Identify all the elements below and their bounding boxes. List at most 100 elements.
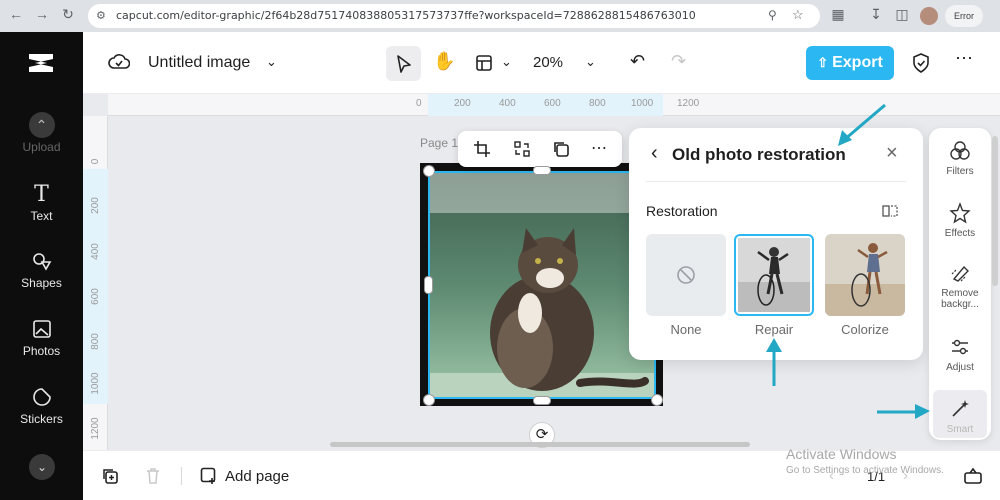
compare-icon[interactable] <box>882 204 898 218</box>
resize-handle-bottom-right[interactable] <box>651 394 663 406</box>
capcut-logo[interactable] <box>26 50 56 76</box>
download-icon[interactable]: ↧ <box>866 6 886 23</box>
ruler-tick: 1000 <box>631 98 654 109</box>
sidebar-item-text[interactable]: T Text <box>0 182 83 223</box>
reload-icon[interactable]: ↻ <box>58 6 78 23</box>
sidebar-item-label: Upload <box>22 140 61 154</box>
canvas-horizontal-scrollbar[interactable] <box>330 442 750 447</box>
cat-image <box>430 173 654 397</box>
sidebar-item-label: Text <box>30 209 53 223</box>
tool-label: Filters <box>946 166 974 177</box>
resize-handle-bottom-left[interactable] <box>423 394 435 406</box>
document-title[interactable]: Untitled image <box>148 54 250 72</box>
tool-smart[interactable]: Smart <box>933 390 987 438</box>
cloud-sync-icon[interactable] <box>108 53 130 71</box>
sidebar-item-label: Shapes <box>21 276 62 290</box>
duplicate-icon[interactable] <box>552 140 570 158</box>
ruler-tick: 0 <box>416 98 422 109</box>
restoration-option-repair[interactable] <box>734 234 814 316</box>
zoom-level[interactable]: 20% <box>533 54 563 71</box>
ruler-tick: 200 <box>90 197 101 214</box>
redo-icon[interactable]: ↷ <box>671 51 686 72</box>
forward-icon[interactable]: → <box>32 6 52 22</box>
tool-effects[interactable]: Effects <box>929 202 991 239</box>
ruler-tick: 400 <box>499 98 516 109</box>
photo-restoration-panel: ‹ Old photo restoration × Restoration No… <box>629 128 923 360</box>
page-panel-toggle-icon[interactable] <box>963 467 983 485</box>
bookmark-star-icon[interactable]: ☆ <box>792 7 804 23</box>
ruler-tick: 600 <box>544 98 561 109</box>
profile-avatar[interactable] <box>920 7 938 25</box>
upload-icon: ⌃ <box>28 112 55 138</box>
more-tools-chevron-down-icon[interactable]: ⌄ <box>29 454 55 480</box>
sidebar-item-label: Photos <box>22 344 61 358</box>
address-bar[interactable]: ⚙ capcut.com/editor-graphic/2f64b28d7517… <box>88 4 820 28</box>
more-menu-icon[interactable]: ⋯ <box>955 48 974 69</box>
replace-image-icon[interactable] <box>513 140 531 158</box>
none-prohibited-icon <box>677 266 695 284</box>
colorize-thumbnail <box>825 234 905 316</box>
sidebar-icon[interactable]: ◫ <box>892 6 912 23</box>
extensions-icon[interactable]: ▦ <box>828 6 848 23</box>
shapes-icon <box>32 253 51 271</box>
more-options-icon[interactable]: ⋯ <box>591 138 607 158</box>
tool-adjust[interactable]: Adjust <box>929 336 991 373</box>
cursor-icon <box>397 55 411 73</box>
restoration-option-none[interactable] <box>646 234 726 316</box>
select-tool-button[interactable] <box>386 46 421 81</box>
title-chevron-down-icon[interactable]: ⌄ <box>266 54 277 70</box>
trash-icon[interactable] <box>145 467 161 485</box>
sidebar-item-label: Stickers <box>20 412 63 426</box>
back-chevron-icon[interactable]: ‹ <box>651 142 658 165</box>
sidebar-item-stickers[interactable]: Stickers <box>0 386 83 426</box>
ruler-tick: 800 <box>90 333 101 350</box>
add-layer-icon[interactable] <box>101 467 119 485</box>
annotation-arrow <box>838 103 886 146</box>
tool-label: Remove backgr... <box>941 288 979 310</box>
hand-tool-icon[interactable]: ✋ <box>433 51 455 72</box>
ruler-left: 0 200 400 600 800 1000 1200 <box>83 116 108 450</box>
sidebar-item-upload[interactable]: ⌃ Upload <box>0 112 83 154</box>
rail-scrollbar[interactable] <box>992 136 998 286</box>
tool-remove-background[interactable]: Remove backgr... <box>929 262 991 310</box>
sidebar-item-shapes[interactable]: Shapes <box>0 250 83 290</box>
restoration-option-colorize[interactable] <box>825 234 905 316</box>
ruler-tick: 800 <box>589 98 606 109</box>
back-icon[interactable]: ← <box>6 6 26 22</box>
tool-label: Adjust <box>946 362 974 373</box>
resize-handle-bottom[interactable] <box>533 396 551 405</box>
export-button[interactable]: ⇧ Export <box>806 46 894 80</box>
option-label-repair: Repair <box>754 322 794 337</box>
ruler-tick: 1200 <box>90 417 101 440</box>
profile-error-badge[interactable]: Error <box>945 5 983 27</box>
zoom-icon[interactable]: ⚲ <box>768 8 777 22</box>
add-page-label[interactable]: Add page <box>225 468 289 485</box>
ruler-tick: 0 <box>90 158 101 165</box>
browser-bar: ← → ↻ ⚙ capcut.com/editor-graphic/2f64b2… <box>0 0 1000 32</box>
crop-icon[interactable] <box>473 140 491 158</box>
layout-icon[interactable] <box>475 54 493 72</box>
left-rail: ⌃ Upload T Text Shapes Photos Stickers ⌄ <box>0 32 83 500</box>
watermark-line1: Activate Windows <box>786 446 897 462</box>
cat-photo[interactable] <box>428 171 656 399</box>
page-label: Page 1 <box>420 136 459 150</box>
resize-handle-left[interactable] <box>424 276 433 294</box>
site-info-icon[interactable]: ⚙ <box>96 9 106 22</box>
repair-thumbnail <box>738 238 810 312</box>
text-icon: T <box>34 182 49 207</box>
resize-handle-top[interactable] <box>533 166 551 175</box>
filters-icon <box>950 141 970 160</box>
ruler-tick: 200 <box>454 98 471 109</box>
tool-filters[interactable]: Filters <box>929 140 991 177</box>
shield-check-icon[interactable] <box>911 52 931 74</box>
photos-icon <box>32 320 51 338</box>
image-floating-toolbar: ⋯ <box>458 131 622 167</box>
undo-icon[interactable]: ↶ <box>630 51 645 72</box>
adjust-icon <box>952 339 968 355</box>
add-page-icon <box>200 467 216 484</box>
sidebar-item-photos[interactable]: Photos <box>0 318 83 358</box>
ruler-tick: 1000 <box>90 372 101 395</box>
layout-chevron-down-icon[interactable]: ⌄ <box>501 54 512 70</box>
resize-handle-top-left[interactable] <box>423 165 435 177</box>
zoom-chevron-down-icon[interactable]: ⌄ <box>585 54 596 70</box>
